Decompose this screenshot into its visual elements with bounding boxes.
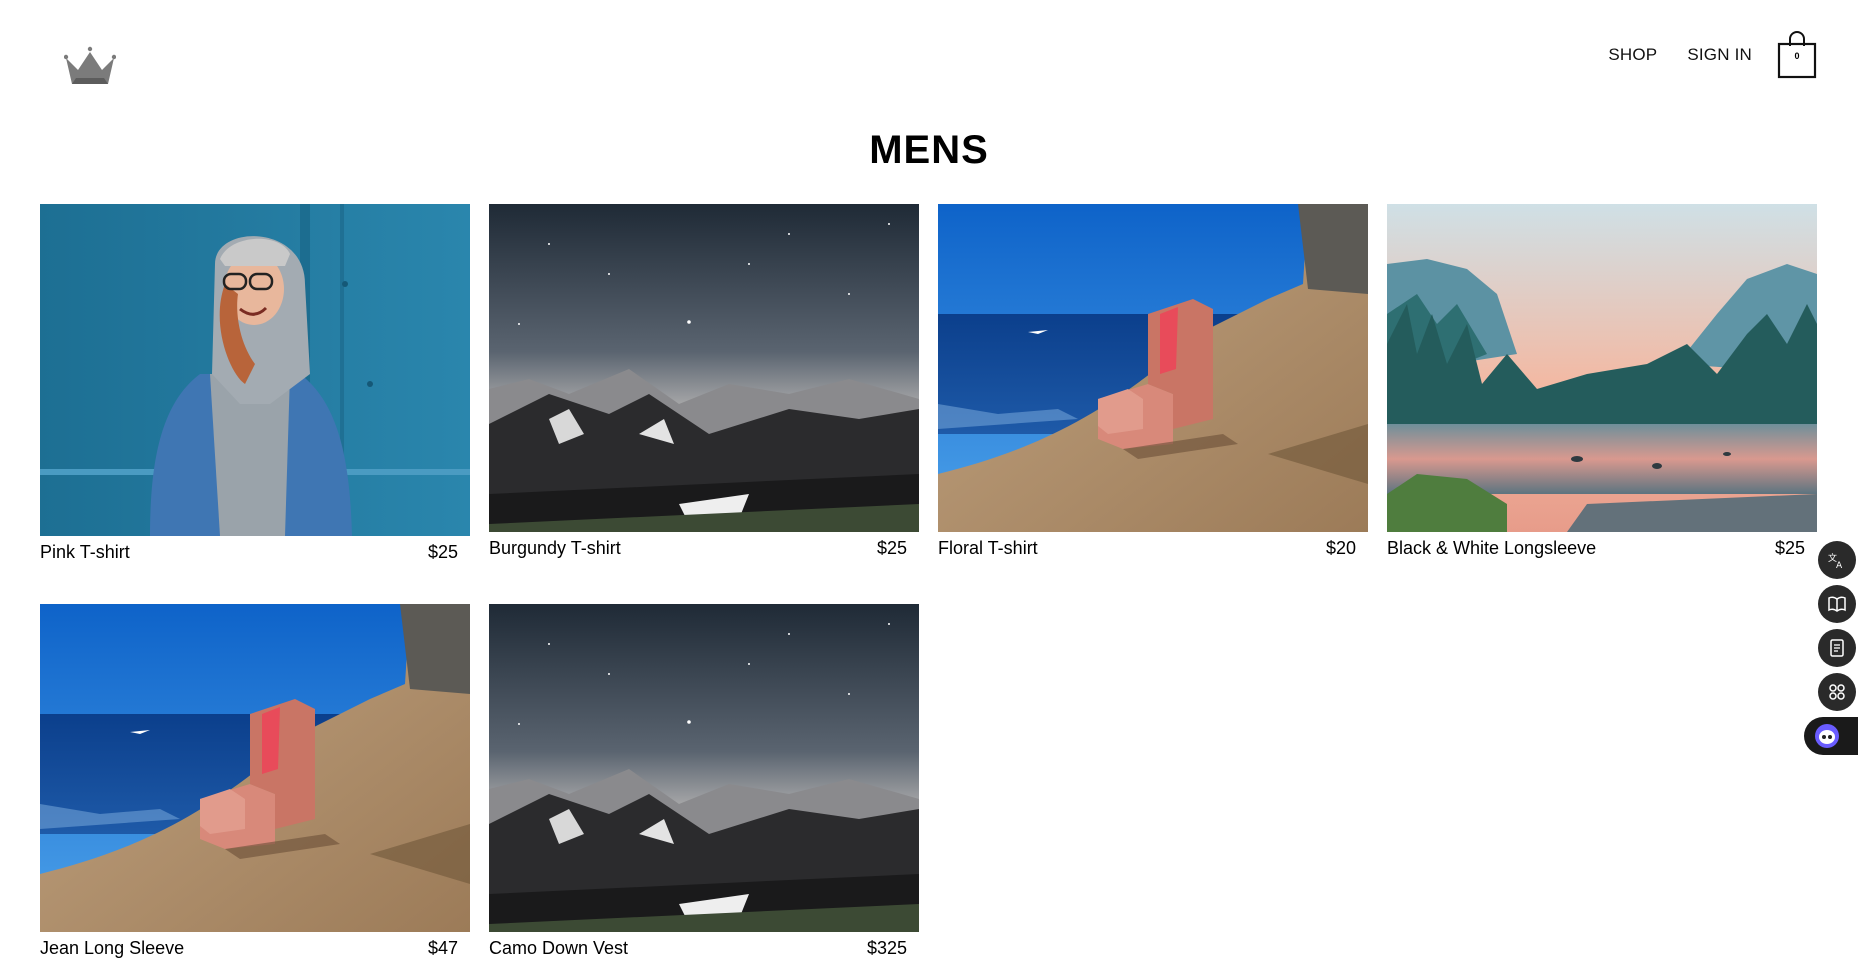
- reader-button[interactable]: [1818, 585, 1856, 623]
- notes-icon: [1830, 639, 1844, 657]
- valley-river-forest-photo: [1387, 204, 1817, 532]
- svg-text:A: A: [1836, 561, 1843, 570]
- translate-button[interactable]: 文 A: [1818, 541, 1856, 579]
- product-price: $325: [866, 938, 907, 958]
- pink-armchair-on-cliff-photo: [938, 204, 1368, 532]
- product-price: $25: [876, 538, 907, 558]
- product-image[interactable]: [489, 604, 919, 932]
- product-price: $25: [1774, 538, 1805, 558]
- product-info: Pink T-shirt $25: [40, 542, 470, 563]
- product-card[interactable]: Pink T-shirt $25: [40, 204, 470, 604]
- product-name[interactable]: Jean Long Sleeve: [40, 938, 184, 959]
- product-price: $47: [427, 938, 458, 958]
- product-image[interactable]: [40, 204, 470, 536]
- book-icon: [1828, 596, 1846, 612]
- product-card[interactable]: Black & White Longsleeve $25: [1387, 204, 1817, 604]
- product-image[interactable]: [489, 204, 919, 532]
- product-card[interactable]: Jean Long Sleeve $47: [40, 604, 470, 974]
- product-name[interactable]: Floral T-shirt: [938, 538, 1038, 559]
- notes-button[interactable]: [1818, 629, 1856, 667]
- apps-icon: [1829, 684, 1845, 700]
- product-info: Jean Long Sleeve $47: [40, 938, 470, 959]
- product-grid: Pink T-shirt $25 Burgundy T-shirt $25 Fl…: [40, 204, 1818, 974]
- nav-shop-link[interactable]: SHOP: [1608, 45, 1657, 65]
- product-image[interactable]: [1387, 204, 1817, 532]
- starry-mountains-photo: [489, 204, 919, 532]
- product-image[interactable]: [938, 204, 1368, 532]
- product-image[interactable]: [40, 604, 470, 932]
- product-name[interactable]: Pink T-shirt: [40, 542, 130, 563]
- cart-button[interactable]: 0: [1776, 30, 1818, 80]
- assistant-bot-icon: [1815, 724, 1839, 748]
- product-price: $25: [427, 542, 458, 562]
- site-header: SHOP SIGN IN 0: [0, 0, 1858, 110]
- product-price: $20: [1325, 538, 1356, 558]
- product-info: Burgundy T-shirt $25: [489, 538, 919, 559]
- woman-in-denim-jacket-photo: [40, 204, 470, 536]
- product-card[interactable]: Floral T-shirt $20: [938, 204, 1368, 604]
- product-name[interactable]: Black & White Longsleeve: [1387, 538, 1596, 559]
- nav-sign-in-link[interactable]: SIGN IN: [1687, 45, 1752, 65]
- product-name[interactable]: Burgundy T-shirt: [489, 538, 621, 559]
- translate-icon: 文 A: [1828, 552, 1843, 570]
- product-card[interactable]: Burgundy T-shirt $25: [489, 204, 919, 604]
- product-card[interactable]: Camo Down Vest $325: [489, 604, 919, 974]
- crown-icon[interactable]: [63, 44, 117, 86]
- pink-armchair-on-cliff-photo: [40, 604, 470, 932]
- page-title: MENS: [869, 128, 989, 172]
- product-info: Floral T-shirt $20: [938, 538, 1368, 559]
- main-nav: SHOP SIGN IN 0: [1578, 30, 1818, 80]
- product-name[interactable]: Camo Down Vest: [489, 938, 628, 959]
- product-info: Black & White Longsleeve $25: [1387, 538, 1817, 559]
- product-info: Camo Down Vest $325: [489, 938, 919, 959]
- assistant-button[interactable]: [1804, 717, 1858, 755]
- cart-count: 0: [1794, 51, 1800, 61]
- side-toolbar: 文 A: [1804, 541, 1858, 755]
- apps-button[interactable]: [1818, 673, 1856, 711]
- starry-mountains-photo: [489, 604, 919, 932]
